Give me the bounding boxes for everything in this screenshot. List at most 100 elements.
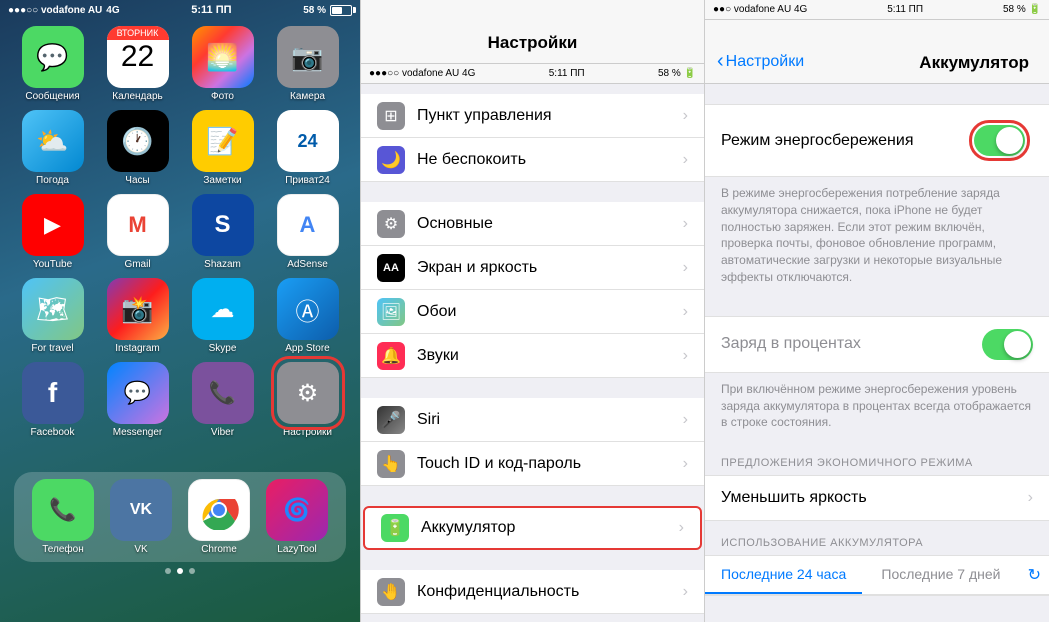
app-instagram[interactable]: 📸 Instagram <box>99 278 176 354</box>
settings-item-touchid[interactable]: 👆 Touch ID и код-пароль › <box>361 442 704 486</box>
maps-icon: 🗺 <box>22 278 84 340</box>
control-center-icon: ⊞ <box>377 102 405 130</box>
settings-item-siri[interactable]: 🎤 Siri › <box>361 398 704 442</box>
chevron-icon: › <box>683 215 688 233</box>
app-maps[interactable]: 🗺 For travel <box>14 278 91 354</box>
messages-label: Сообщения <box>25 91 79 102</box>
facebook-icon: f <box>22 362 84 424</box>
battery-battery: 58 % 🔋 <box>1003 4 1041 15</box>
privat-label: Приват24 <box>285 175 330 186</box>
page-dot-2 <box>177 568 183 574</box>
usage-header: ИСПОЛЬЗОВАНИЕ АККУМУЛЯТОРА <box>705 521 1049 555</box>
chevron-icon: › <box>683 151 688 169</box>
settings-time: 5:11 ПП <box>549 68 585 79</box>
app-calendar[interactable]: ВТОРНИК 22 Календарь <box>99 26 176 102</box>
battery-back-button[interactable]: ‹ Настройки <box>717 50 804 73</box>
app-gmail[interactable]: M Gmail <box>99 194 176 270</box>
siri-label: Siri <box>417 411 671 429</box>
calendar-label: Календарь <box>112 91 162 102</box>
photos-icon: 🌅 <box>192 26 254 88</box>
viber-icon: 📞 <box>192 362 254 424</box>
status-right: 58 % <box>303 5 352 16</box>
power-saving-toggle-wrap <box>966 117 1033 164</box>
app-privat[interactable]: 24 Приват24 <box>269 110 346 186</box>
skype-label: Skype <box>209 343 237 354</box>
youtube-label: YouTube <box>33 259 72 270</box>
app-camera[interactable]: 📷 Камера <box>269 26 346 102</box>
settings-item-do-not-disturb[interactable]: 🌙 Не беспокоить › <box>361 138 704 182</box>
charge-percent-label: Заряд в процентах <box>721 335 970 353</box>
app-clock[interactable]: 🕐 Часы <box>99 110 176 186</box>
app-messenger[interactable]: 💬 Messenger <box>99 362 176 438</box>
app-facebook[interactable]: f Facebook <box>14 362 91 438</box>
dock-bar: 📞 Телефон VK VK Chrome <box>14 472 346 562</box>
charge-percent-toggle[interactable] <box>982 329 1033 360</box>
privacy-label: Конфиденциальность <box>417 583 671 601</box>
power-saving-description: В режиме энергосбережения потребление за… <box>705 177 1049 296</box>
refresh-button[interactable]: ↻ <box>1020 556 1049 594</box>
charge-percent-description: При включённом режиме энергосбережения у… <box>705 373 1049 441</box>
brightness-row[interactable]: Уменьшить яркость › <box>705 476 1049 520</box>
tab-7d[interactable]: Последние 7 дней <box>862 556 1019 594</box>
maps-label: For travel <box>31 343 73 354</box>
app-settings[interactable]: ⚙ Настройки <box>269 362 346 438</box>
app-adsense[interactable]: A AdSense <box>269 194 346 270</box>
tab-7d-label: Последние 7 дней <box>881 566 1000 582</box>
chrome-icon <box>188 479 250 541</box>
privat-icon: 24 <box>277 110 339 172</box>
homescreen-panel: ●●●○○ vodafone AU 4G 5:11 ПП 58 % 💬 Сооб… <box>0 0 360 622</box>
toggle-knob <box>996 127 1023 154</box>
instagram-icon: 📸 <box>107 278 169 340</box>
tab-24h[interactable]: Последние 24 часа <box>705 556 862 594</box>
settings-item-sounds[interactable]: 🔔 Звуки › <box>361 334 704 378</box>
settings-item-display[interactable]: AA Экран и яркость › <box>361 246 704 290</box>
app-youtube[interactable]: ▶ YouTube <box>14 194 91 270</box>
sounds-label: Звуки <box>417 347 671 365</box>
settings-battery: 58 % 🔋 <box>658 68 696 79</box>
app-weather[interactable]: ⛅ Погода <box>14 110 91 186</box>
chevron-icon: › <box>683 455 688 473</box>
app-shazam[interactable]: S Shazam <box>184 194 261 270</box>
wallpaper-label: Обои <box>417 303 671 321</box>
settings-item-battery[interactable]: 🔋 Аккумулятор › <box>363 506 702 550</box>
settings-item-control-center[interactable]: ⊞ Пункт управления › <box>361 94 704 138</box>
do-not-disturb-icon: 🌙 <box>377 146 405 174</box>
sounds-icon: 🔔 <box>377 342 405 370</box>
battery-statusbar: ●●○ vodafone AU 4G 5:11 ПП 58 % 🔋 <box>705 0 1049 20</box>
battery-icon <box>330 5 352 16</box>
phone-label: Телефон <box>42 544 83 555</box>
battery-navbar: ‹ Настройки Аккумулятор <box>705 20 1049 84</box>
network-label: 4G <box>106 5 119 16</box>
page-dots <box>0 568 360 574</box>
settings-statusbar: ●●●○○ vodafone AU 4G 5:11 ПП 58 % 🔋 <box>361 64 704 84</box>
camera-label: Камера <box>290 91 325 102</box>
settings-carrier: ●●●○○ vodafone AU 4G <box>369 68 475 79</box>
app-viber[interactable]: 📞 Viber <box>184 362 261 438</box>
general-label: Основные <box>417 215 671 233</box>
app-notes[interactable]: 📝 Заметки <box>184 110 261 186</box>
app-appstore[interactable]: Ⓐ App Store <box>269 278 346 354</box>
apps-grid: 💬 Сообщения ВТОРНИК 22 Календарь 🌅 Фото … <box>0 20 360 444</box>
settings-label: Настройки <box>283 427 332 438</box>
app-skype[interactable]: ☁ Skype <box>184 278 261 354</box>
app-photos[interactable]: 🌅 Фото <box>184 26 261 102</box>
settings-section-gap-4 <box>361 550 704 570</box>
app-phone[interactable]: 📞 Телефон <box>32 479 94 555</box>
app-chrome[interactable]: Chrome <box>188 479 250 555</box>
battery-nav-title: Аккумулятор <box>919 53 1029 73</box>
app-lazytool[interactable]: 🌀 LazyTool <box>266 479 328 555</box>
app-messages[interactable]: 💬 Сообщения <box>14 26 91 102</box>
gmail-icon: M <box>107 194 169 256</box>
appstore-icon: Ⓐ <box>277 278 339 340</box>
calendar-icon: ВТОРНИК 22 <box>107 26 169 88</box>
weather-icon: ⛅ <box>22 110 84 172</box>
chevron-icon: › <box>683 411 688 429</box>
power-saving-toggle[interactable] <box>974 125 1025 156</box>
settings-gap-top <box>361 84 704 94</box>
vk-icon: VK <box>110 479 172 541</box>
settings-item-wallpaper[interactable]: 🖼 Обои › <box>361 290 704 334</box>
settings-item-general[interactable]: ⚙ Основные › <box>361 202 704 246</box>
battery-tabs-section: Последние 24 часа Последние 7 дней ↻ <box>705 555 1049 596</box>
app-vk[interactable]: VK VK <box>110 479 172 555</box>
settings-item-privacy[interactable]: 🤚 Конфиденциальность › <box>361 570 704 614</box>
